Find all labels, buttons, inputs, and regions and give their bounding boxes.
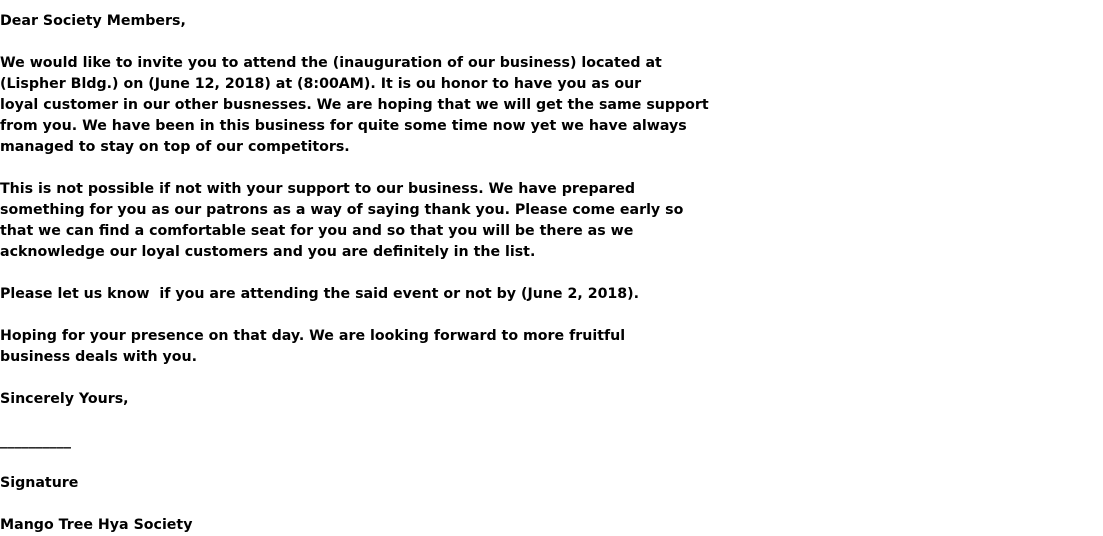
paragraph-3-line-1: Please let us know if you are attending …: [0, 286, 640, 302]
paragraph-1-line-3: loyal customer in our other busnesses. W…: [0, 97, 709, 113]
letter-body: Dear Society Members, We would like to i…: [0, 11, 709, 536]
paragraph-2-line-1: This is not possible if not with your su…: [0, 181, 635, 197]
signature-line: __________: [0, 433, 71, 449]
paragraph-4-line-2: business deals with you.: [0, 349, 197, 365]
paragraph-1-line-2: (Lispher Bldg.) on (June 12, 2018) at (8…: [0, 76, 642, 92]
paragraph-2-line-4: acknowledge our loyal customers and you …: [0, 244, 536, 260]
paragraph-1-line-4: from you. We have been in this business …: [0, 118, 687, 134]
closing: Sincerely Yours,: [0, 391, 129, 407]
paragraph-2-line-2: something for you as our patrons as a wa…: [0, 202, 684, 218]
paragraph-2-line-3: that we can find a comfortable seat for …: [0, 223, 634, 239]
paragraph-4-line-1: Hoping for your presence on that day. We…: [0, 328, 626, 344]
salutation: Dear Society Members,: [0, 13, 186, 29]
paragraph-1-line-5: managed to stay on top of our competitor…: [0, 139, 350, 155]
signature-label: Signature: [0, 475, 79, 491]
organization-name: Mango Tree Hya Society: [0, 517, 193, 533]
paragraph-1-line-1: We would like to invite you to attend th…: [0, 55, 662, 71]
